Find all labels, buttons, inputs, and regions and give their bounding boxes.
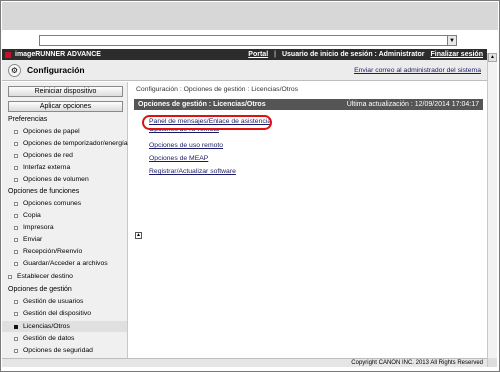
browser-window: ▼ imageRUNNER ADVANCE Portal | Usuario d… (0, 0, 500, 372)
sidebar-item-receive[interactable]: Recepción/Reenvío (14, 248, 82, 255)
sidebar-item-common[interactable]: Opciones comunes (14, 200, 81, 207)
bullet-icon (14, 129, 18, 134)
bullet-icon (14, 213, 18, 218)
section-title: Opciones de gestión : Licencias/Otros (138, 101, 266, 108)
sidebar-item-interface[interactable]: Interfaz externa (14, 164, 70, 171)
bullet-icon (14, 311, 18, 316)
bullet-icon (14, 165, 18, 170)
sidebar-item-data[interactable]: Gestión de datos (14, 335, 74, 342)
sidebar-section-management[interactable]: Opciones de gestión (8, 286, 72, 293)
bullet-icon (14, 153, 18, 158)
link-remote-use[interactable]: Opciones de uso remoto (149, 142, 223, 149)
chevron-down-icon[interactable]: ▼ (447, 36, 456, 45)
sidebar-item-destination[interactable]: Establecer destino (8, 273, 73, 280)
bullet-icon (14, 177, 18, 182)
address-bar[interactable]: ▼ (39, 35, 457, 46)
bullet-icon (8, 274, 12, 279)
logout-link[interactable]: Finalizar sesión (430, 51, 483, 58)
bullet-icon (14, 141, 18, 146)
sidebar: Reiniciar dispositivo Aplicar opciones P… (2, 82, 128, 367)
bullet-icon (14, 324, 18, 329)
sidebar-item-volume[interactable]: Opciones de volumen (14, 176, 89, 183)
logo (5, 51, 11, 58)
sidebar-item-send[interactable]: Enviar (14, 236, 42, 243)
footer: Copyright CANON INC. 2013 All Rights Res… (2, 358, 487, 367)
bullet-icon (14, 261, 18, 266)
section-header: Opciones de gestión : Licencias/Otros Úl… (134, 99, 483, 110)
main-panel: Configuración : Opciones de gestión : Li… (129, 82, 487, 367)
bullet-icon (14, 237, 18, 242)
gear-icon: ⚙ (8, 63, 21, 77)
bullet-icon (14, 299, 18, 304)
bullet-icon (14, 249, 18, 254)
bullet-icon (14, 225, 18, 230)
sidebar-section-functions[interactable]: Opciones de funciones (8, 188, 79, 195)
sidebar-item-store-files[interactable]: Guardar/Acceder a archivos (14, 260, 108, 267)
sidebar-section-preferences[interactable]: Preferencias (8, 116, 47, 123)
sidebar-item-copy[interactable]: Copia (14, 212, 41, 219)
bullet-icon (14, 348, 18, 353)
link-register-software[interactable]: Registrar/Actualizar software (149, 168, 236, 175)
mail-admin-link[interactable]: Enviar correo al administrador del siste… (354, 67, 481, 74)
title-bar: ⚙ Configuración Enviar correo al adminis… (2, 60, 487, 81)
last-update: Última actualización : 12/09/2014 17:04:… (346, 101, 479, 108)
page-top-icon[interactable]: ▲ (135, 232, 142, 239)
product-name: imageRUNNER ADVANCE (15, 51, 101, 58)
login-user-label: Usuario de inicio de sesión : Administra… (281, 51, 425, 58)
app-header: imageRUNNER ADVANCE Portal | Usuario de … (2, 49, 487, 60)
scroll-up-icon[interactable]: ▲ (488, 53, 497, 62)
bullet-icon (14, 201, 18, 206)
sidebar-item-paper[interactable]: Opciones de papel (14, 128, 80, 135)
sidebar-item-users[interactable]: Gestión de usuarios (14, 298, 83, 305)
restart-device-button[interactable]: Reiniciar dispositivo (8, 86, 123, 97)
sidebar-item-printer[interactable]: Impresora (14, 224, 54, 231)
link-meap[interactable]: Opciones de MEAP (149, 155, 208, 162)
page-title: Configuración (27, 65, 85, 75)
separator: | (274, 51, 276, 58)
apply-settings-button[interactable]: Aplicar opciones (8, 101, 123, 112)
header-links: Portal | Usuario de inicio de sesión : A… (248, 51, 487, 58)
sidebar-item-network[interactable]: Opciones de red (14, 152, 73, 159)
sidebar-item-timer[interactable]: Opciones de temporizador/energía (14, 140, 128, 147)
sidebar-item-licenses[interactable]: Licencias/Otros (2, 321, 127, 332)
bullet-icon (14, 336, 18, 341)
sidebar-item-device[interactable]: Gestión del dispositivo (14, 310, 91, 317)
sidebar-item-security[interactable]: Opciones de seguridad (14, 347, 93, 354)
highlight-oval (142, 115, 272, 130)
vertical-scrollbar[interactable]: ▲ ▼ (487, 53, 497, 367)
resize-grip[interactable] (488, 358, 497, 367)
page-content: imageRUNNER ADVANCE Portal | Usuario de … (2, 49, 487, 367)
portal-link[interactable]: Portal (248, 51, 268, 58)
breadcrumb: Configuración : Opciones de gestión : Li… (136, 86, 299, 93)
browser-toolbar (2, 2, 498, 30)
